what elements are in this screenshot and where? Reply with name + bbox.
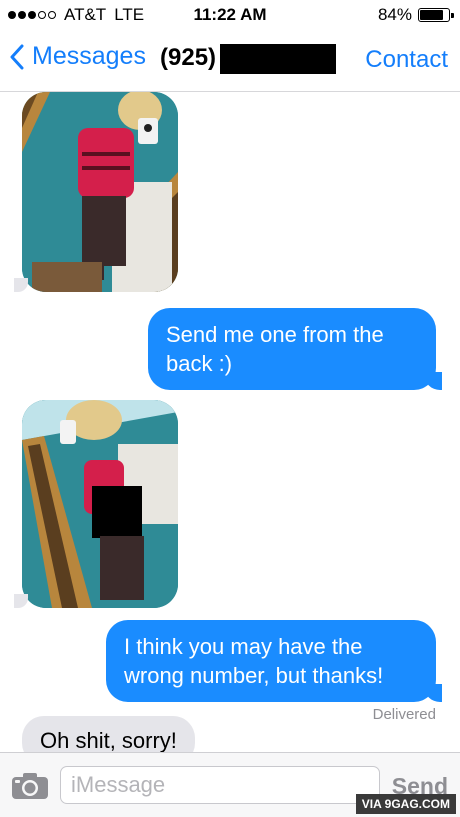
navigation-bar: Messages (925) Contact xyxy=(0,30,460,92)
battery-percent: 84% xyxy=(377,5,412,24)
status-bar: AT&T LTE 11:22 AM 84% xyxy=(0,0,460,30)
chevron-left-icon xyxy=(10,44,24,69)
battery-icon xyxy=(418,8,454,22)
back-button-label: Messages xyxy=(32,42,146,70)
image-message[interactable] xyxy=(22,400,178,608)
contact-button[interactable]: Contact xyxy=(365,46,448,74)
status-right: 84% xyxy=(377,5,454,25)
message-input[interactable] xyxy=(60,766,380,804)
compose-bar: Send VIA 9GAG.COM xyxy=(0,752,460,817)
battery-fill xyxy=(420,10,443,20)
camera-icon[interactable] xyxy=(10,771,50,801)
back-button[interactable]: Messages xyxy=(10,42,146,71)
outgoing-message[interactable]: I think you may have the wrong number, b… xyxy=(106,620,442,702)
message-text: I think you may have the wrong number, b… xyxy=(124,634,384,688)
incoming-message[interactable]: Oh shit, sorry! xyxy=(22,716,195,752)
watermark: VIA 9GAG.COM xyxy=(355,794,456,814)
message-thread[interactable]: Send me one from the back :) I think you… xyxy=(0,92,460,752)
delivery-status: Delivered xyxy=(372,706,436,723)
conversation-title: (925) xyxy=(160,44,217,71)
outgoing-message[interactable]: Send me one from the back :) xyxy=(148,308,442,390)
redaction-bar xyxy=(220,44,336,74)
message-text: Send me one from the back :) xyxy=(166,322,384,376)
battery-nub xyxy=(451,13,454,18)
message-text: Oh shit, sorry! xyxy=(40,728,177,752)
image-message[interactable] xyxy=(22,92,178,292)
bubble-tail xyxy=(14,594,28,608)
photo-image xyxy=(22,92,178,292)
bubble-tail xyxy=(14,278,28,292)
photo-image xyxy=(22,400,178,608)
